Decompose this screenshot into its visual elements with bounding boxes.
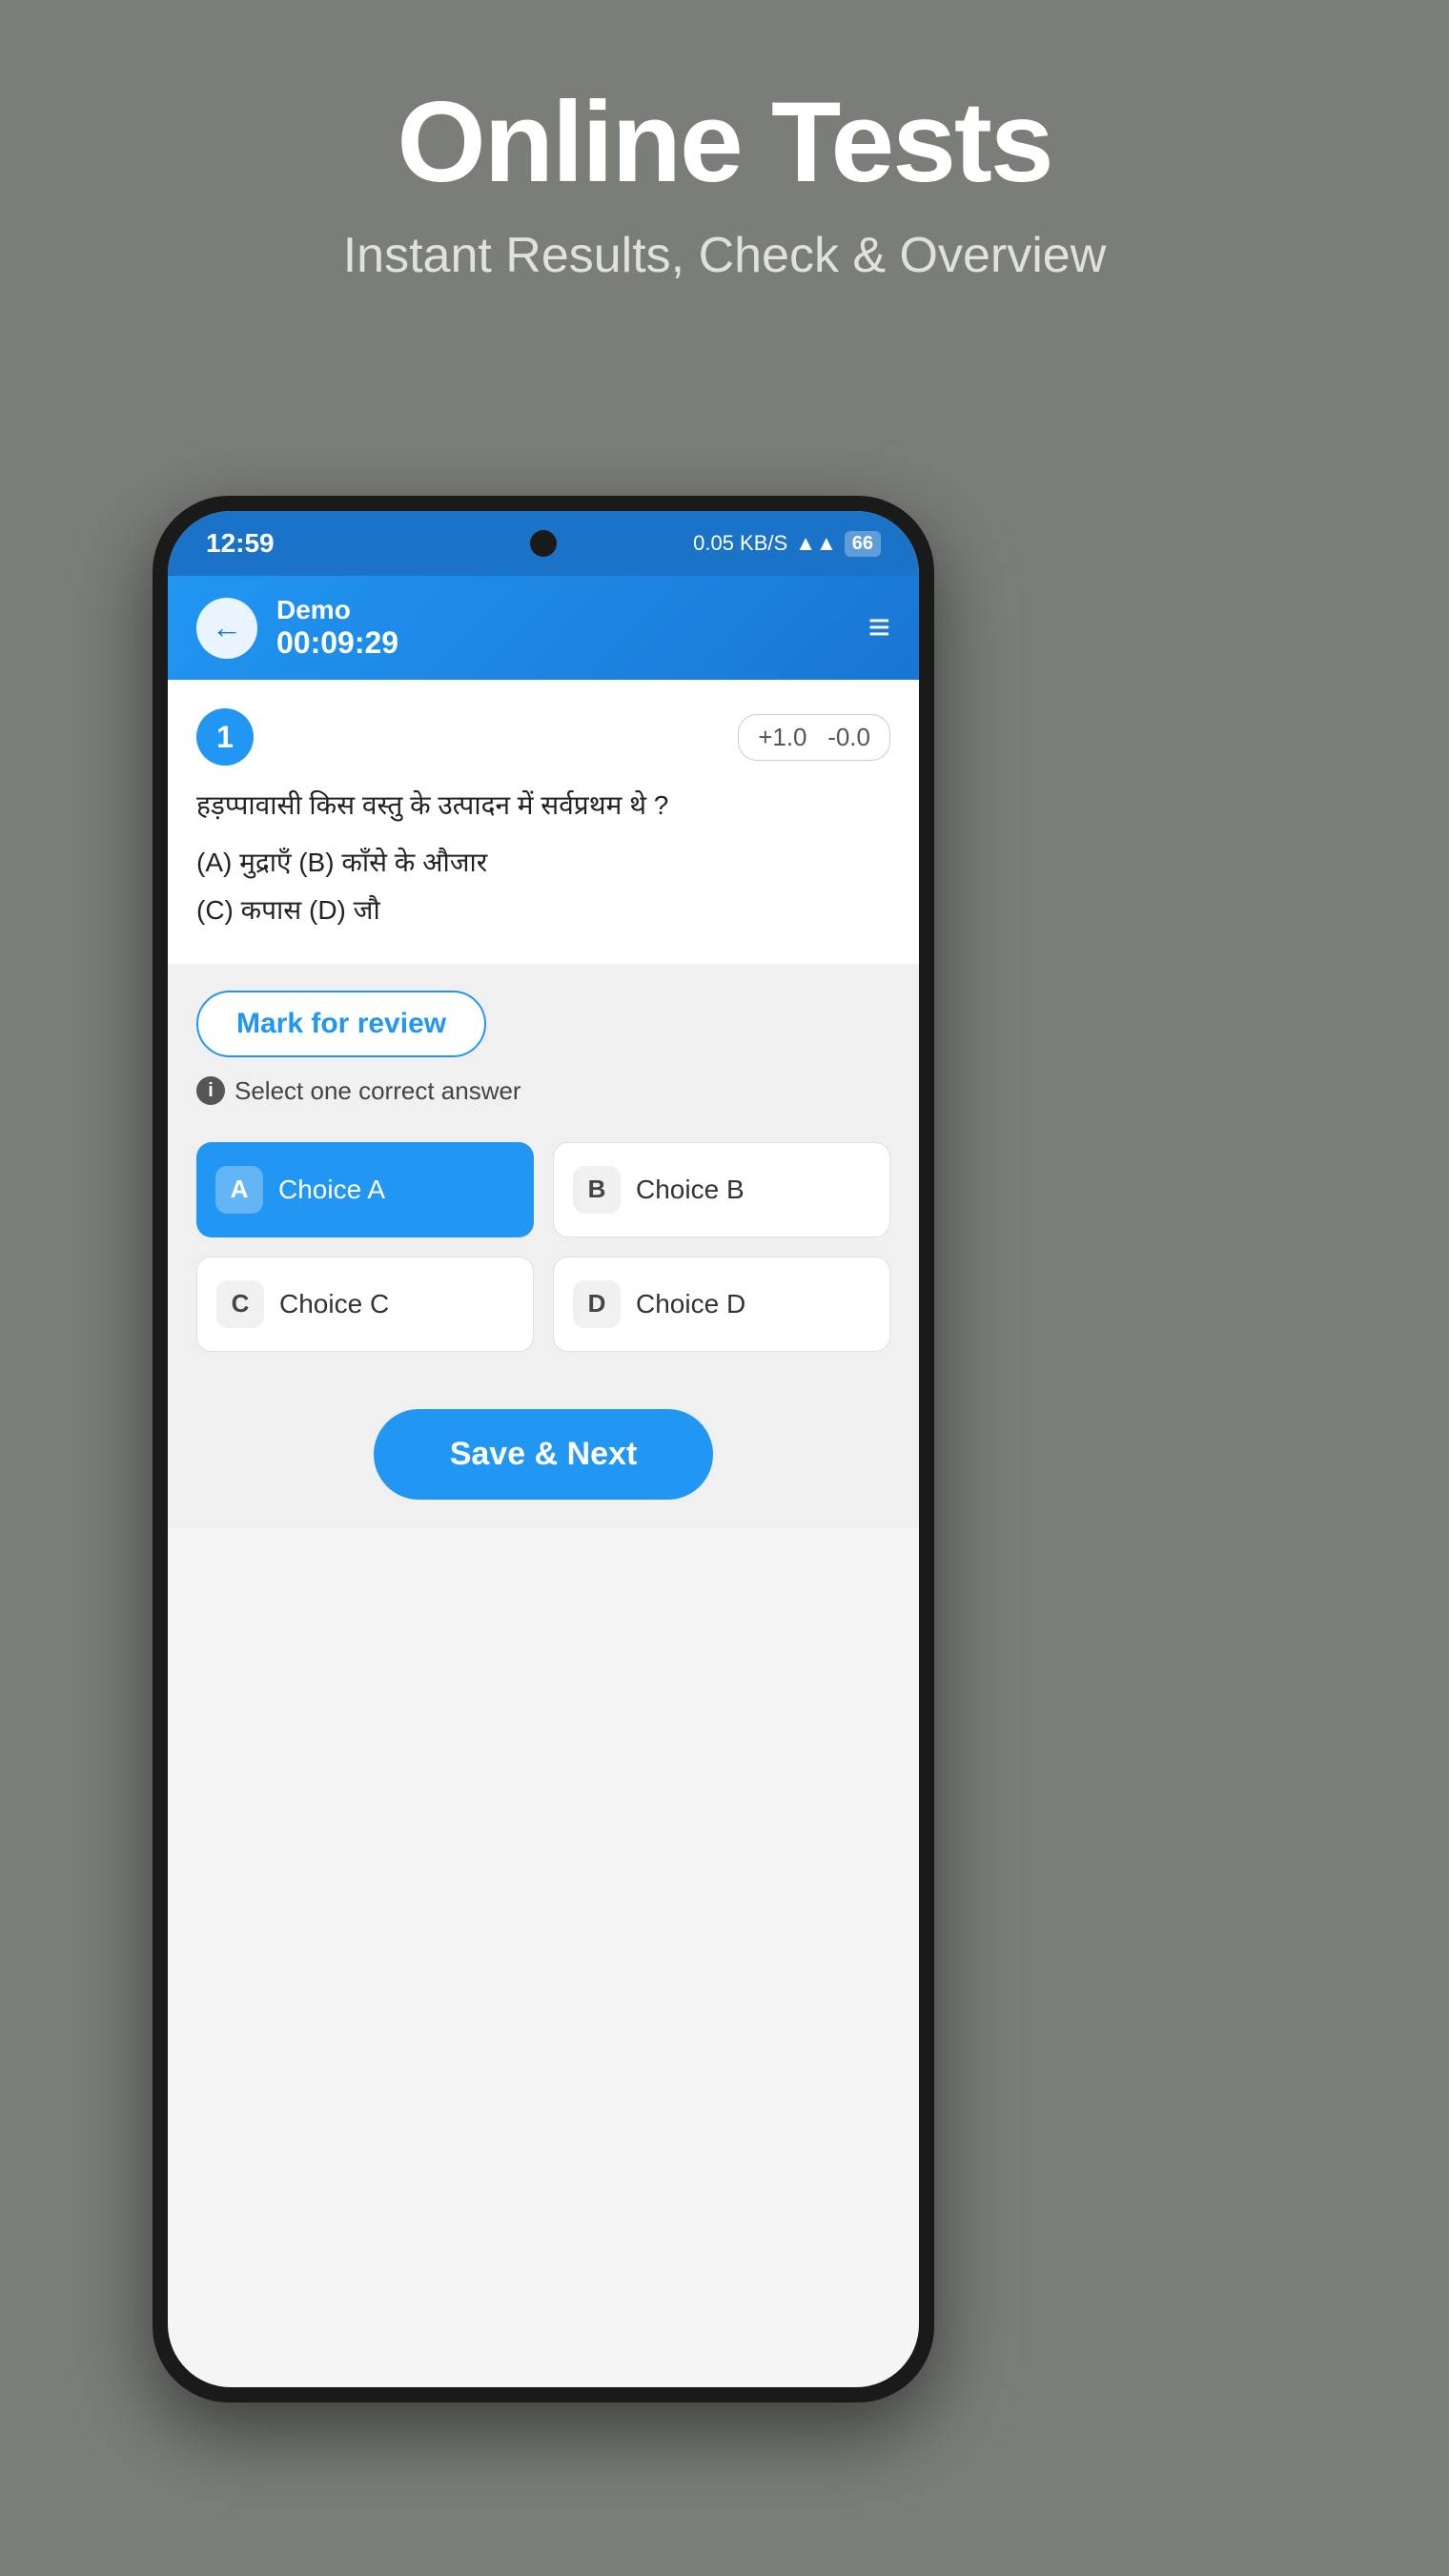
mark-review-button[interactable]: Mark for review bbox=[196, 991, 486, 1057]
status-icons: 0.05 KB/S ▲▲ 66 bbox=[693, 531, 881, 557]
menu-icon[interactable]: ≡ bbox=[868, 606, 890, 649]
camera-notch bbox=[530, 530, 557, 557]
back-button[interactable]: ← bbox=[196, 598, 257, 659]
choice-c-button[interactable]: C Choice C bbox=[196, 1257, 534, 1352]
question-area: 1 +1.0 -0.0 हड़प्पावासी किस वस्तु के उत्… bbox=[168, 680, 919, 964]
choice-a-label: Choice A bbox=[278, 1175, 385, 1205]
question-inline-options: (A) मुद्राएँ (B) काँसे के औजार (C) कपास … bbox=[196, 839, 890, 935]
app-header: ← Demo 00:09:29 ≡ bbox=[168, 576, 919, 680]
choices-section: A Choice A B Choice B C Choice C D Choic… bbox=[168, 1133, 919, 1380]
question-header: 1 +1.0 -0.0 bbox=[196, 708, 890, 766]
instruction: i Select one correct answer bbox=[196, 1076, 890, 1106]
choice-b-label: Choice B bbox=[636, 1175, 745, 1205]
network-icon: ▲▲ bbox=[795, 531, 837, 556]
choice-c-label: Choice C bbox=[279, 1289, 389, 1319]
demo-label: Demo bbox=[276, 595, 398, 625]
header-left: ← Demo 00:09:29 bbox=[196, 595, 398, 661]
score-badge: +1.0 -0.0 bbox=[738, 714, 890, 761]
save-next-button[interactable]: Save & Next bbox=[374, 1409, 714, 1500]
status-time: 12:59 bbox=[206, 528, 275, 559]
battery-badge: 66 bbox=[845, 531, 881, 557]
choice-c-letter: C bbox=[216, 1280, 264, 1328]
question-text: हड़प्पावासी किस वस्तु के उत्पादन में सर्… bbox=[196, 785, 890, 828]
choice-d-letter: D bbox=[573, 1280, 621, 1328]
page-title: Online Tests bbox=[0, 76, 1449, 208]
choice-d-button[interactable]: D Choice D bbox=[553, 1257, 890, 1352]
page-title-section: Online Tests Instant Results, Check & Ov… bbox=[0, 76, 1449, 284]
score-negative: -0.0 bbox=[827, 723, 870, 751]
info-icon: i bbox=[196, 1076, 225, 1105]
phone-frame: 12:59 0.05 KB/S ▲▲ 66 ← Demo 00:09:29 ≡ bbox=[153, 496, 934, 2402]
choice-a-letter: A bbox=[215, 1166, 263, 1214]
phone-screen: 12:59 0.05 KB/S ▲▲ 66 ← Demo 00:09:29 ≡ bbox=[168, 511, 919, 2387]
choice-b-button[interactable]: B Choice B bbox=[553, 1142, 890, 1237]
score-positive: +1.0 bbox=[758, 723, 806, 751]
choices-grid: A Choice A B Choice B C Choice C D Choic… bbox=[196, 1142, 890, 1352]
choice-b-letter: B bbox=[573, 1166, 621, 1214]
data-speed: 0.05 KB/S bbox=[693, 531, 787, 556]
page-subtitle: Instant Results, Check & Overview bbox=[0, 227, 1449, 284]
header-info: Demo 00:09:29 bbox=[276, 595, 398, 661]
back-arrow-icon: ← bbox=[212, 610, 242, 645]
instruction-text: Select one correct answer bbox=[235, 1076, 521, 1106]
question-number: 1 bbox=[196, 708, 254, 766]
save-section: Save & Next bbox=[168, 1380, 919, 1528]
review-section: Mark for review i Select one correct ans… bbox=[168, 964, 919, 1133]
choice-a-button[interactable]: A Choice A bbox=[196, 1142, 534, 1237]
timer: 00:09:29 bbox=[276, 625, 398, 661]
choice-d-label: Choice D bbox=[636, 1289, 745, 1319]
